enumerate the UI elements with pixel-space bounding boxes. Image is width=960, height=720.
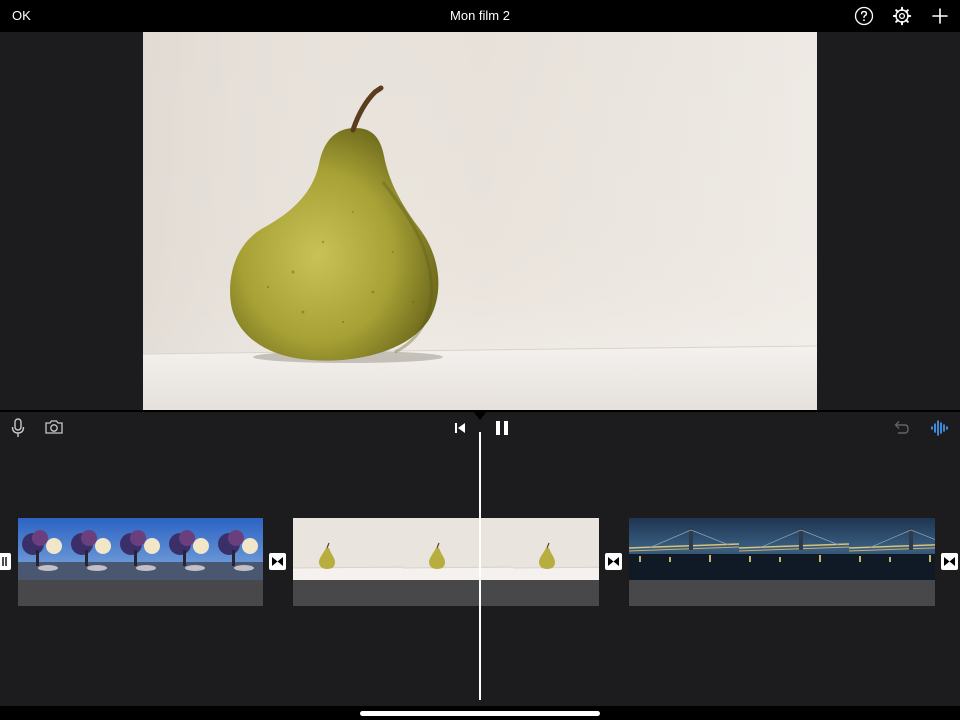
help-icon[interactable]	[854, 6, 874, 26]
top-bar: OK Mon film 2	[0, 0, 960, 32]
project-title: Mon film 2	[450, 8, 510, 23]
playhead-marker	[472, 410, 488, 420]
microphone-icon[interactable]	[10, 418, 26, 438]
transition-icon[interactable]	[941, 553, 958, 570]
skip-to-start-icon[interactable]	[453, 421, 467, 435]
clip-audio-track	[293, 580, 599, 606]
clip-bridge-night[interactable]	[629, 518, 935, 606]
clip-pear[interactable]	[293, 518, 599, 606]
home-indicator[interactable]	[360, 711, 600, 716]
clip-thumbnails	[629, 518, 935, 580]
pear-image	[143, 32, 817, 410]
pause-icon[interactable]	[494, 420, 510, 436]
undo-icon[interactable]	[892, 420, 910, 436]
transition-icon[interactable]	[605, 553, 622, 570]
viewer	[0, 32, 960, 410]
timeline-start-handle[interactable]	[0, 553, 11, 570]
camera-icon[interactable]	[44, 419, 64, 435]
clip-street-tree[interactable]	[18, 518, 263, 606]
gear-icon[interactable]	[892, 6, 912, 26]
video-preview[interactable]	[143, 32, 817, 410]
clip-audio-track	[18, 580, 263, 606]
clip-thumbnails	[293, 518, 599, 580]
transition-icon[interactable]	[269, 553, 286, 570]
bottom-bar	[0, 706, 960, 720]
playhead[interactable]	[479, 432, 481, 700]
clip-audio-track	[629, 580, 935, 606]
clip-thumbnails	[18, 518, 263, 580]
audio-waveform-icon[interactable]	[930, 419, 950, 437]
plus-icon[interactable]	[930, 6, 950, 26]
